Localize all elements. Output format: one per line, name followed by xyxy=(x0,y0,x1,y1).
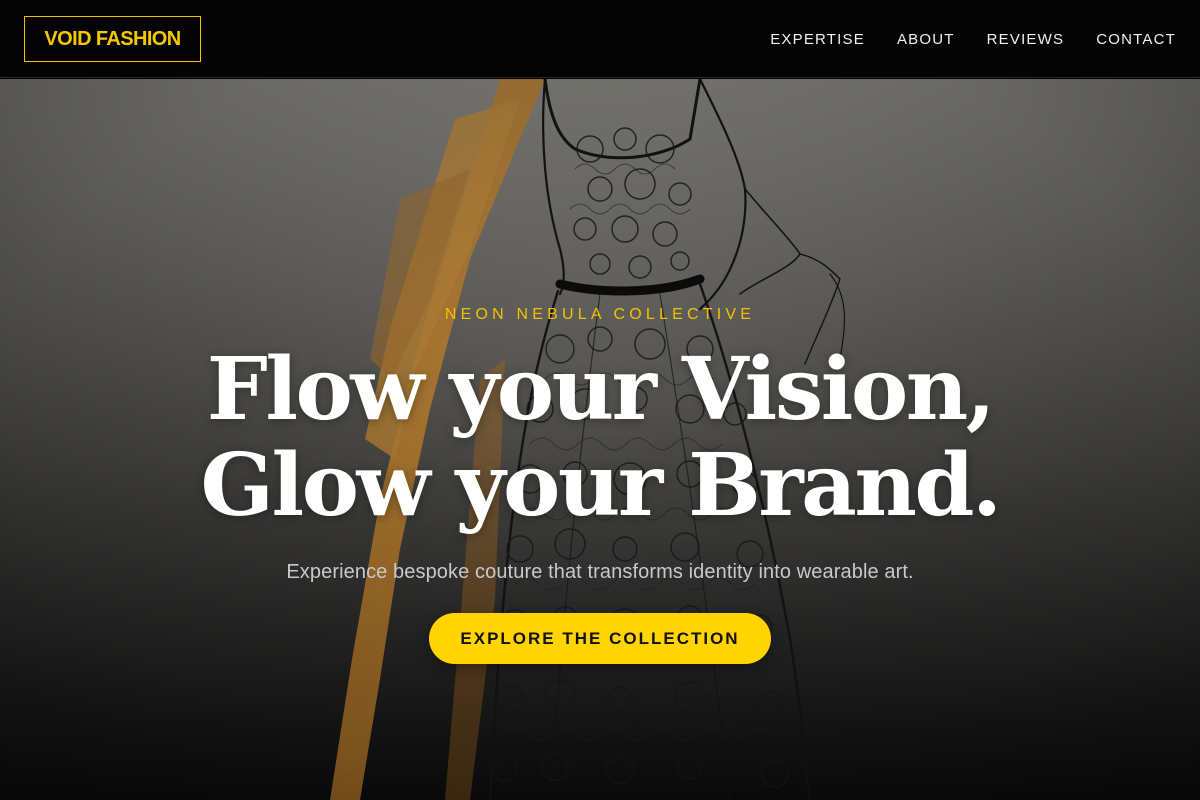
page: VOID FASHION EXPERTISE ABOUT REVIEWS CON… xyxy=(0,0,1200,800)
logo[interactable]: VOID FASHION xyxy=(24,16,201,62)
main-nav: EXPERTISE ABOUT REVIEWS CONTACT xyxy=(770,0,1176,78)
hero-eyebrow: NEON NEBULA COLLECTIVE xyxy=(444,306,756,323)
site-header: VOID FASHION EXPERTISE ABOUT REVIEWS CON… xyxy=(0,0,1200,78)
nav-link-reviews[interactable]: REVIEWS xyxy=(987,31,1065,48)
hero-headline: Flow your Vision, Glow your Brand. xyxy=(0,342,1200,534)
nav-link-expertise[interactable]: EXPERTISE xyxy=(770,31,865,48)
headline-line-2: Glow your Brand. xyxy=(200,435,1002,536)
headline-line-1: Flow your Vision, xyxy=(206,339,996,440)
explore-collection-button[interactable]: EXPLORE THE COLLECTION xyxy=(429,613,771,664)
nav-link-about[interactable]: ABOUT xyxy=(897,31,955,48)
hero-subtext: Experience bespoke couture that transfor… xyxy=(286,561,914,583)
nav-link-contact[interactable]: CONTACT xyxy=(1096,31,1176,48)
